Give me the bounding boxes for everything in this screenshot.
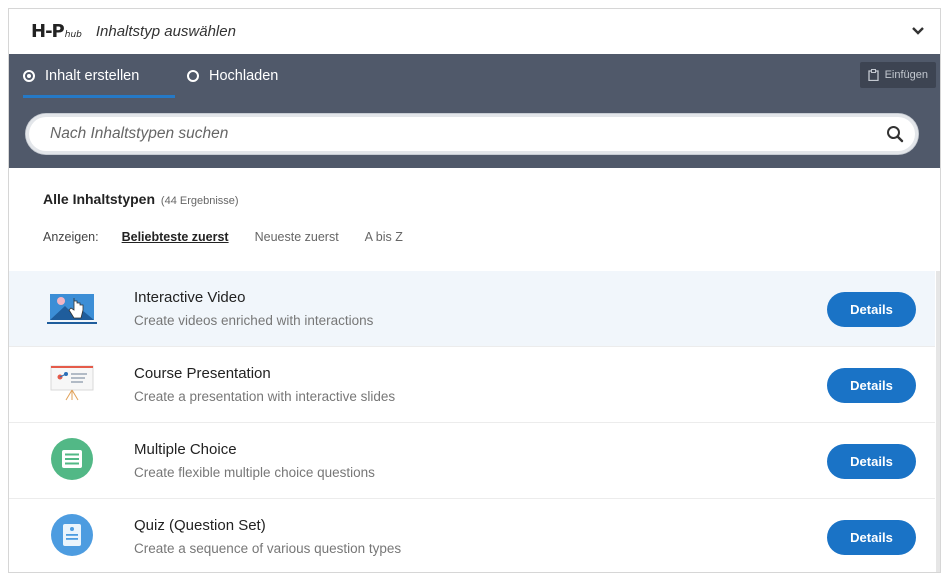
- course-presentation-icon: [50, 365, 94, 401]
- item-description: Create flexible multiple choice question…: [134, 465, 375, 480]
- paste-button-label: Einfügen: [884, 69, 928, 81]
- content-type-selector: H-P hub Inhaltstyp auswählen Inhalt erst…: [8, 8, 941, 573]
- results-heading-text: Alle Inhaltstypen: [43, 191, 156, 207]
- logo-text: H-P: [31, 21, 65, 42]
- list-scrollbar[interactable]: [936, 271, 940, 572]
- tab-label: Inhalt erstellen: [45, 68, 140, 84]
- list-item[interactable]: Interactive Video Create videos enriched…: [9, 271, 935, 347]
- item-title: Course Presentation: [134, 365, 271, 382]
- item-title: Quiz (Question Set): [134, 517, 266, 534]
- list-item[interactable]: Quiz (Question Set) Create a sequence of…: [9, 499, 935, 572]
- tab-label: Hochladen: [209, 68, 279, 84]
- result-count: (44 Ergebnisse): [160, 195, 239, 207]
- interactive-video-icon: [47, 294, 97, 324]
- list-item[interactable]: Course Presentation Create a presentatio…: [9, 347, 935, 423]
- item-description: Create a presentation with interactive s…: [134, 389, 396, 404]
- radio-unchecked-icon: [187, 70, 199, 82]
- sort-newest[interactable]: Neueste zuerst: [255, 230, 339, 244]
- item-title: Multiple Choice: [134, 441, 237, 458]
- search-icon[interactable]: [886, 125, 904, 143]
- details-button[interactable]: Details: [827, 444, 916, 479]
- search-input[interactable]: [48, 124, 872, 144]
- chevron-down-icon[interactable]: [910, 23, 926, 39]
- list-item[interactable]: Multiple Choice Create flexible multiple…: [9, 423, 935, 499]
- clipboard-icon: [867, 69, 879, 81]
- radio-checked-icon: [23, 70, 35, 82]
- tab-upload[interactable]: Hochladen: [187, 54, 278, 98]
- filter-area: Alle Inhaltstypen (44 Ergebnisse) Anzeig…: [9, 168, 940, 271]
- sort-label: Anzeigen:: [43, 230, 99, 244]
- logo-hub-text: hub: [64, 30, 82, 40]
- item-description: Create videos enriched with interactions: [134, 313, 374, 328]
- search-box: [26, 114, 918, 154]
- question-set-icon: [51, 514, 93, 556]
- tab-create-content[interactable]: Inhalt erstellen: [23, 54, 139, 98]
- item-description: Create a sequence of various question ty…: [134, 541, 402, 556]
- tab-bar: Inhalt erstellen Hochladen Einfügen: [9, 54, 940, 98]
- paste-button[interactable]: Einfügen: [859, 62, 936, 88]
- hub-title: Inhaltstyp auswählen: [95, 23, 236, 40]
- search-area: [9, 98, 940, 168]
- sort-a-to-z[interactable]: A bis Z: [365, 230, 403, 244]
- h5p-logo: H-P hub: [31, 21, 82, 42]
- item-title: Interactive Video: [134, 289, 246, 306]
- details-button[interactable]: Details: [827, 368, 916, 403]
- results-heading: Alle Inhaltstypen (44 Ergebnisse): [43, 191, 239, 207]
- details-button[interactable]: Details: [827, 292, 916, 327]
- details-button[interactable]: Details: [827, 520, 916, 555]
- multiple-choice-icon: [51, 438, 93, 480]
- sort-options: Anzeigen: Beliebteste zuerst Neueste zue…: [43, 230, 429, 244]
- sort-most-popular[interactable]: Beliebteste zuerst: [122, 230, 229, 244]
- content-type-list: Interactive Video Create videos enriched…: [9, 271, 935, 572]
- hub-header[interactable]: H-P hub Inhaltstyp auswählen: [9, 9, 940, 54]
